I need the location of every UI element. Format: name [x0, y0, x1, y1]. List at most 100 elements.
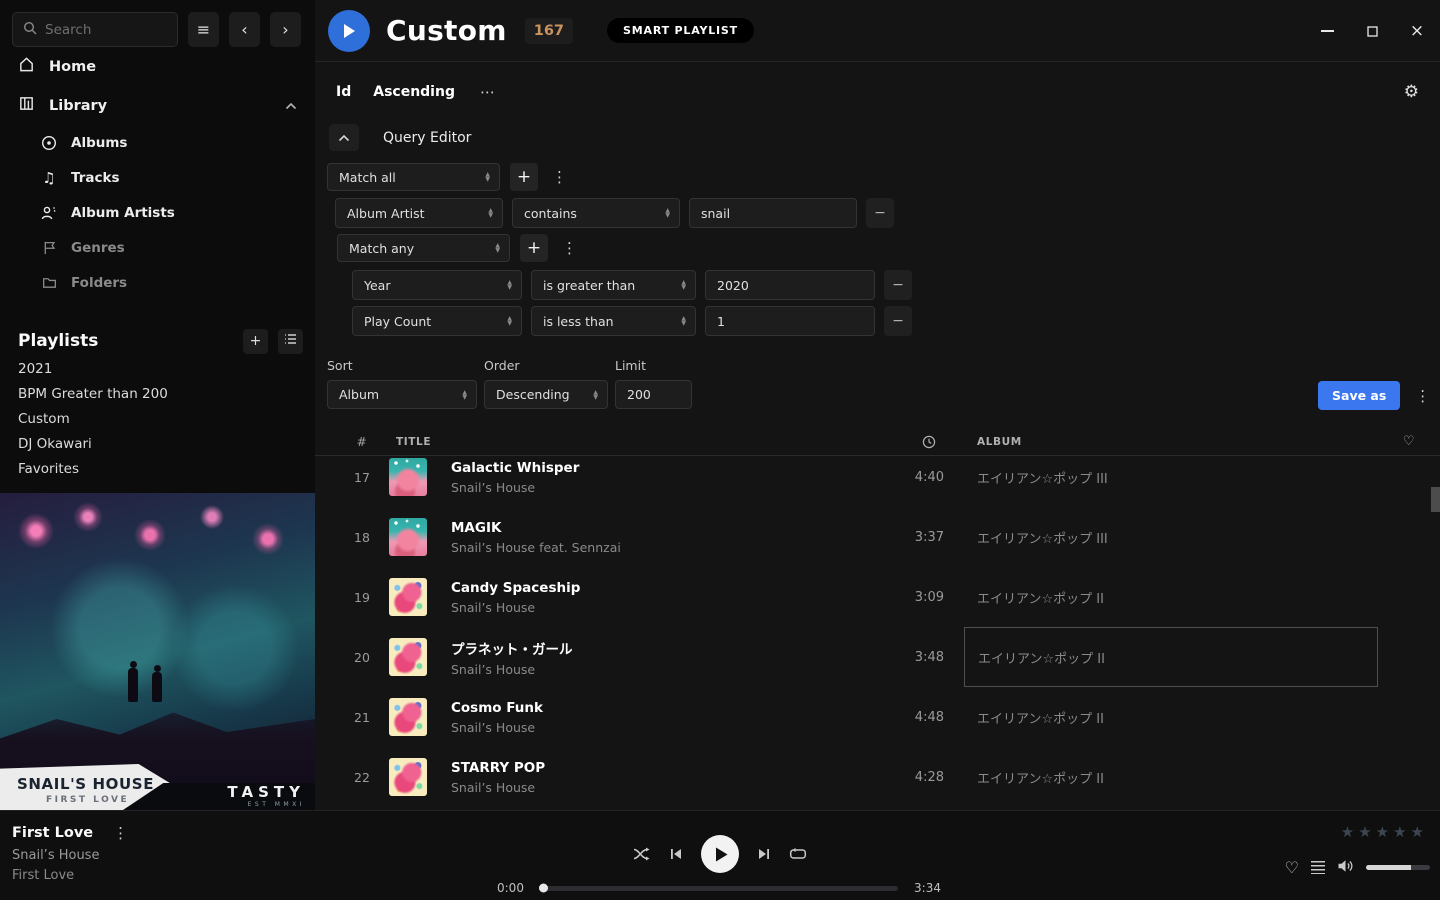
column-index[interactable]: # — [340, 435, 384, 449]
group-menu-button[interactable]: ⋮ — [548, 168, 571, 186]
now-playing-artist[interactable]: Snail’s House — [12, 848, 132, 863]
sidebar-item-folders[interactable]: Folders — [0, 265, 315, 300]
column-duration[interactable] — [864, 435, 944, 449]
star-icon[interactable]: ★ — [1393, 823, 1406, 841]
minimize-button[interactable] — [1320, 24, 1334, 38]
remove-rule-button[interactable]: − — [866, 198, 894, 228]
now-playing-menu-button[interactable]: ⋮ — [109, 824, 132, 842]
playlist-list-button[interactable] — [278, 329, 303, 354]
track-album-cell-focused[interactable]: エイリアン☆ポップ II — [964, 627, 1378, 687]
rule-field-select[interactable]: Album Artist ▲▼ — [335, 198, 503, 228]
track-album-cell[interactable]: エイリアン☆ポップ II — [964, 567, 1378, 627]
collapse-query-editor-button[interactable] — [329, 124, 359, 151]
group-menu-button[interactable]: ⋮ — [558, 239, 581, 257]
track-row[interactable]: 19 Candy Spaceship Snail’s House 3:09 エイ… — [315, 567, 1440, 627]
sidebar-item-genres[interactable]: Genres — [0, 230, 315, 265]
select-arrows-icon: ▲▼ — [488, 208, 493, 218]
play-playlist-button[interactable] — [328, 10, 370, 52]
volume-slider[interactable] — [1366, 865, 1430, 870]
column-album[interactable]: ALBUM — [964, 436, 1378, 448]
column-favorite[interactable]: ♡ — [1378, 434, 1440, 449]
nav-forward-button[interactable]: › — [270, 12, 301, 47]
save-as-button[interactable]: Save as — [1318, 381, 1400, 410]
playlist-item-dj-okawari[interactable]: DJ Okawari — [0, 431, 315, 456]
rule-field-select[interactable]: Play Count ▲▼ — [352, 306, 522, 336]
playlist-item-favorites[interactable]: Favorites — [0, 456, 315, 481]
rule-operator-select[interactable]: is less than ▲▼ — [531, 306, 696, 336]
music-note-icon: ♫ — [40, 169, 58, 187]
track-row[interactable]: 18 MAGIK Snail’s House feat. Sennzai 3:3… — [315, 507, 1440, 567]
favorite-button[interactable]: ♡ — [1285, 858, 1299, 877]
track-album-cell[interactable]: エイリアン☆ポップ II — [964, 747, 1378, 807]
rule-field-select[interactable]: Year ▲▼ — [352, 270, 522, 300]
seek-bar[interactable] — [540, 886, 898, 891]
maximize-button[interactable] — [1365, 24, 1379, 38]
nav-back-button[interactable]: ‹ — [229, 12, 260, 47]
more-options-button[interactable]: ⋯ — [480, 83, 496, 101]
track-album: エイリアン☆ポップ III — [977, 468, 1108, 487]
sort-direction-button[interactable]: Ascending — [373, 84, 455, 100]
star-icon[interactable]: ★ — [1341, 823, 1354, 841]
track-row[interactable]: 22 STARRY POP Snail’s House 4:28 エイリアン☆ポ… — [315, 747, 1440, 807]
repeat-button[interactable] — [789, 847, 807, 861]
star-icon[interactable]: ★ — [1376, 823, 1389, 841]
previous-track-button[interactable] — [669, 847, 683, 861]
track-album-cell[interactable]: エイリアン☆ポップ III — [964, 507, 1378, 567]
rule-value-input[interactable] — [705, 270, 875, 300]
track-row[interactable]: 20 プラネット・ガール Snail’s House 3:48 エイリアン☆ポッ… — [315, 627, 1440, 687]
gear-icon[interactable]: ⚙ — [1404, 82, 1419, 102]
remove-rule-button[interactable]: − — [884, 270, 912, 300]
save-menu-button[interactable]: ⋮ — [1411, 387, 1434, 405]
total-time: 3:34 — [911, 881, 941, 895]
music-app-window: ≡ ‹ › Home Library Albums — [0, 0, 1440, 900]
star-icon[interactable]: ★ — [1411, 823, 1424, 841]
menu-button[interactable]: ≡ — [188, 12, 219, 47]
next-track-button[interactable] — [757, 847, 771, 861]
add-rule-button[interactable]: + — [520, 234, 548, 262]
match-type-select[interactable]: Match any ▲▼ — [337, 234, 510, 262]
sidebar-item-album-artists[interactable]: Album Artists — [0, 195, 315, 230]
queue-icon[interactable] — [1311, 861, 1325, 874]
sidebar-item-tracks[interactable]: ♫ Tracks — [0, 160, 315, 195]
sort-field-button[interactable]: Id — [336, 84, 351, 100]
add-playlist-button[interactable]: + — [243, 329, 268, 354]
volume-icon[interactable] — [1337, 858, 1354, 877]
track-info: Cosmo Funk Snail’s House — [437, 700, 864, 735]
track-album-cell[interactable]: エイリアン☆ポップ III — [964, 457, 1378, 507]
scrollbar-thumb[interactable] — [1431, 487, 1440, 512]
playlist-item-custom[interactable]: Custom — [0, 406, 315, 431]
now-playing-album[interactable]: First Love — [12, 868, 132, 883]
chevron-up-icon[interactable] — [285, 98, 297, 114]
limit-input[interactable] — [615, 380, 692, 409]
match-type-select[interactable]: Match all ▲▼ — [327, 163, 500, 191]
playlist-item-bpm[interactable]: BPM Greater than 200 — [0, 381, 315, 406]
rule-value-input[interactable] — [705, 306, 875, 336]
sort-select[interactable]: Album ▲▼ — [327, 380, 477, 409]
seek-thumb[interactable] — [539, 884, 548, 893]
rule-operator-select[interactable]: is greater than ▲▼ — [531, 270, 696, 300]
star-icon[interactable]: ★ — [1358, 823, 1371, 841]
play-pause-button[interactable] — [701, 835, 739, 873]
sidebar-item-home[interactable]: Home — [0, 47, 315, 86]
add-rule-button[interactable]: + — [510, 163, 538, 191]
track-album-cell[interactable]: エイリアン☆ポップ II — [964, 687, 1378, 747]
sidebar-item-library[interactable]: Library — [0, 86, 315, 125]
remove-rule-button[interactable]: − — [884, 306, 912, 336]
search-box[interactable] — [12, 12, 178, 47]
sidebar-toolbar: ≡ ‹ › — [0, 0, 315, 47]
track-artist: Snail’s House — [451, 662, 864, 677]
select-value: Album Artist — [347, 206, 425, 221]
search-input[interactable] — [45, 22, 155, 38]
player-bar: First Love ⋮ Snail’s House First Love — [0, 810, 1440, 900]
sidebar-item-albums[interactable]: Albums — [0, 125, 315, 160]
select-value: Descending — [496, 387, 570, 402]
shuffle-button[interactable] — [633, 847, 651, 861]
track-row[interactable]: 21 Cosmo Funk Snail’s House 4:48 エイリアン☆ポ… — [315, 687, 1440, 747]
close-button[interactable]: × — [1410, 24, 1424, 38]
column-title[interactable]: TITLE — [396, 436, 431, 448]
rule-value-input[interactable] — [689, 198, 857, 228]
track-row[interactable]: 17 Galactic Whisper Snail’s House 4:40 エ… — [315, 457, 1440, 507]
order-select[interactable]: Descending ▲▼ — [484, 380, 608, 409]
rule-operator-select[interactable]: contains ▲▼ — [512, 198, 680, 228]
playlist-item-2021[interactable]: 2021 — [0, 356, 315, 381]
